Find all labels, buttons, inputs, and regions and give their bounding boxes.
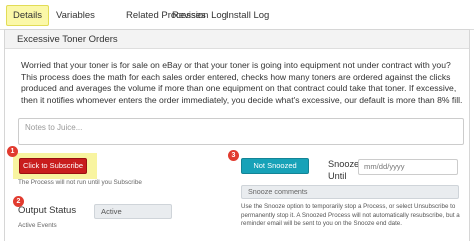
output-status-field: Active bbox=[94, 204, 172, 219]
subscribe-button[interactable]: Click to Subscribe bbox=[19, 158, 87, 174]
tab-install-log[interactable]: Install Log bbox=[220, 5, 275, 26]
snoozed-until-label: Snoozed Until bbox=[328, 158, 365, 182]
snooze-button[interactable]: Not Snoozed bbox=[241, 158, 309, 174]
output-status-label: Output Status bbox=[18, 205, 77, 216]
notes-input[interactable] bbox=[18, 118, 464, 145]
snooze-comments-input[interactable]: Snooze comments bbox=[241, 185, 459, 199]
tab-details[interactable]: Details bbox=[6, 5, 50, 26]
snoozed-until-text: Snoozed Until bbox=[328, 159, 365, 181]
tab-bar: Details Variables Related Processes Revi… bbox=[0, 0, 474, 30]
snooze-date-input[interactable]: mm/dd/yyyy bbox=[358, 159, 458, 175]
active-events-label: Active Events bbox=[18, 222, 57, 229]
snooze-help-text: Use the Snooze option to temporarily sto… bbox=[241, 203, 460, 228]
step-badge-1: 1 bbox=[7, 146, 18, 157]
panel-title: Excessive Toner Orders bbox=[5, 30, 469, 49]
subscribe-hint: The Process will not run until you Subsc… bbox=[18, 179, 142, 186]
process-description: Worried that your toner is for sale on e… bbox=[21, 60, 463, 105]
step-badge-3: 3 bbox=[228, 150, 239, 161]
tab-variables[interactable]: Variables bbox=[50, 5, 101, 26]
